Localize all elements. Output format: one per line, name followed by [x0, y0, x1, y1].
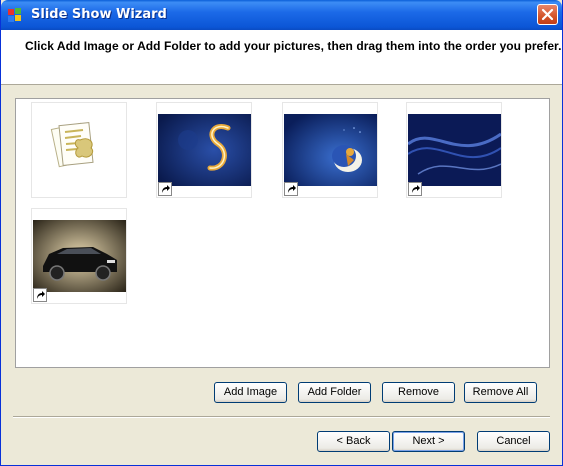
add-folder-button[interactable]: Add Folder — [298, 382, 371, 403]
shortcut-arrow-icon — [408, 182, 422, 196]
document-icon — [50, 121, 94, 168]
shortcut-arrow-icon — [158, 182, 172, 196]
title-bar[interactable]: Slide Show Wizard — [1, 0, 562, 30]
thumbnail-item[interactable] — [156, 102, 252, 198]
back-button[interactable]: < Back — [317, 431, 390, 452]
remove-button[interactable]: Remove — [382, 382, 455, 403]
footer-divider — [13, 416, 550, 418]
window-title: Slide Show Wizard — [31, 7, 167, 22]
blue-waves-image — [408, 114, 501, 186]
instruction-text: Click Add Image or Add Folder to add you… — [25, 39, 562, 53]
thumbnail-panel[interactable] — [15, 98, 550, 368]
thumbnail-item[interactable] — [31, 208, 127, 304]
remove-all-button[interactable]: Remove All — [464, 382, 537, 403]
moon-figure-image — [284, 114, 377, 186]
add-image-button[interactable]: Add Image — [214, 382, 287, 403]
next-button[interactable]: Next > — [392, 431, 465, 452]
thumbnail-item[interactable] — [406, 102, 502, 198]
golden-s-image — [158, 114, 251, 186]
thumbnail-item[interactable] — [31, 102, 127, 198]
app-icon — [6, 6, 24, 24]
shortcut-arrow-icon — [284, 182, 298, 196]
cancel-button[interactable]: Cancel — [477, 431, 550, 452]
wizard-header: Click Add Image or Add Folder to add you… — [1, 30, 562, 85]
close-icon — [541, 8, 554, 21]
shortcut-arrow-icon — [33, 288, 47, 302]
slide-show-wizard-window: Slide Show Wizard Click Add Image or Add… — [0, 0, 563, 466]
thumbnail-item[interactable] — [282, 102, 378, 198]
close-button[interactable] — [537, 4, 558, 25]
black-car-image — [33, 220, 126, 292]
